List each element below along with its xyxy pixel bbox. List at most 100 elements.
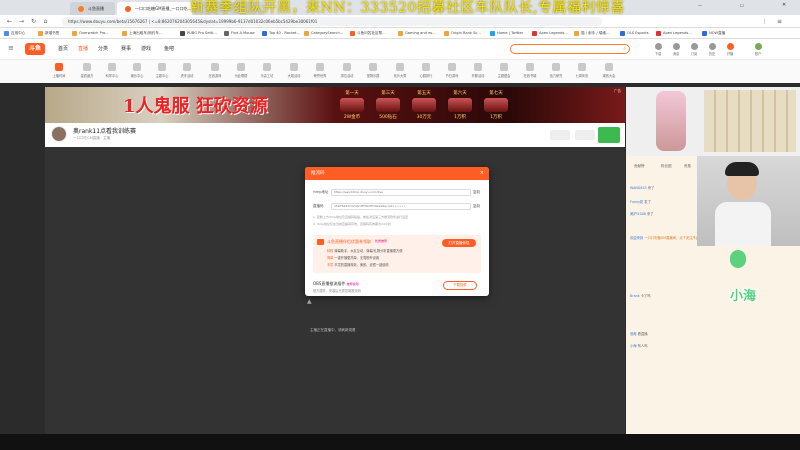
nav-events[interactable]: 赛事 [121, 44, 131, 54]
category-item[interactable]: 心跳排行 [414, 63, 438, 78]
reload-icon[interactable]: ↻ [29, 17, 38, 26]
bookmark-item[interactable]: Gaming and es… [398, 30, 436, 37]
category-item[interactable]: 欢乐大秀 [388, 63, 412, 78]
dialog-note: 1. 复制上方rtmp地址及直播码粘贴，前往对应第三方推流软件进行设置 [313, 215, 409, 219]
bookmark-item[interactable]: 上海出租车/网约车… [122, 30, 163, 37]
home-icon[interactable]: ⌂ [41, 17, 50, 26]
rtmp-address-field[interactable]: https://sendrtmp.douyu.com/live [331, 189, 471, 196]
bookmark-item[interactable]: 新增书签 [38, 30, 59, 37]
banner-day: 第七天 1万积 [479, 90, 513, 120]
nav-home[interactable]: 首页 [58, 44, 68, 54]
category-item[interactable]: 主题中心 [150, 63, 174, 78]
tab-fans[interactable]: 粉丝团 [661, 164, 672, 169]
browser-tab-bar: 斗鱼直播 一口口吃糖GM直播_一口口吃… 新赛季组队开黑，来NN：333520招… [0, 0, 800, 16]
account-button[interactable]: 账户 [750, 43, 766, 56]
close-icon[interactable]: × [480, 167, 484, 180]
extensions-icon[interactable]: ⋮ [760, 17, 769, 26]
maximize-icon[interactable]: ☐ [740, 3, 744, 8]
bookmark-item[interactable]: OLS Esports [620, 30, 649, 37]
download-button[interactable]: 下载 [650, 43, 666, 56]
category-item[interactable]: 排位活动 [335, 63, 359, 78]
category-item[interactable]: 主题盛会 [492, 63, 516, 78]
bookmark-icon [398, 31, 403, 36]
copy-code-button[interactable]: 复制 [473, 204, 480, 209]
tab-nobles[interactable]: 贵族 [684, 164, 691, 169]
side-ad[interactable] [626, 87, 800, 156]
tab-contribution[interactable]: 贡献榜 [634, 164, 645, 169]
open-assistant-button[interactable]: 打开直播伴侣 [442, 239, 476, 247]
url-input[interactable]: https://www.douyu.com/beta/15676267 | <=… [62, 17, 602, 26]
bookmark-item[interactable]: Top 40 - Rocket… [262, 30, 300, 37]
category-item[interactable]: 宠物乐园 [361, 63, 385, 78]
copy-rtmp-button[interactable]: 复制 [473, 190, 480, 195]
stream-key-dialog: 推流码 × rtmp地址 https://sendrtmp.douyu.com/… [305, 167, 489, 296]
ad-banner[interactable]: 1人鬼服 狂砍资源 第一天 2W金币 第三天 500钻石 第五天 30万元 第六天 1万… [45, 87, 625, 123]
bookmark-item[interactable]: Overwatch Pro… [72, 30, 109, 37]
chat-message: Brank 卡了吗 [630, 294, 651, 298]
forward-icon[interactable]: → [17, 17, 26, 26]
category-item[interactable]: 虎牙活动 [175, 63, 199, 78]
search-icon[interactable]: ⌕ [623, 46, 626, 52]
start-stream-button[interactable]: 开播 [722, 43, 738, 56]
category-item[interactable]: 观赛大会 [597, 63, 621, 78]
bookmark-item[interactable]: Home | Twitter [490, 30, 523, 37]
tab[interactable]: 斗鱼直播 [70, 2, 115, 15]
nav-games[interactable]: 游戏 [141, 44, 151, 54]
nav-live[interactable]: 直播 [78, 44, 88, 54]
category-item[interactable]: 在线书城 [518, 63, 542, 78]
ad-tag: 广告 [614, 89, 621, 93]
category-item[interactable]: 上播时间 [47, 63, 71, 78]
category-icon [500, 63, 508, 71]
rtmp-label: rtmp地址 [313, 190, 329, 194]
category-item[interactable]: 娱乐中心 [125, 63, 149, 78]
category-strip: 上播时间 星辰魔方 科学中心 娱乐中心 主题中心 虎牙活动 在线游戏 为此联络 … [0, 59, 800, 83]
menu-icon[interactable]: ≡ [8, 44, 14, 52]
banner-day: 第三天 500钻石 [371, 90, 405, 120]
close-icon[interactable]: ✕ [782, 2, 786, 8]
category-item[interactable]: 战力研究 [544, 63, 568, 78]
category-item[interactable]: 开服活动 [466, 63, 490, 78]
category-item[interactable]: 为此联络 [229, 63, 253, 78]
bookmark-item[interactable]: PUBG Pro Setti… [180, 30, 217, 37]
category-item[interactable]: 大观活动 [282, 63, 306, 78]
bookmark-item[interactable]: 应用中心 [4, 30, 25, 37]
share-button[interactable] [550, 130, 570, 140]
douyu-logo[interactable]: 斗鱼 [25, 43, 45, 55]
follow-button[interactable]: 订阅 [686, 43, 702, 56]
douyu-favicon-icon [125, 6, 131, 12]
menu-icon[interactable]: ≡ [775, 17, 784, 26]
nav-category[interactable]: 分类 [98, 44, 108, 54]
download-plugin-button[interactable]: 下载插件 [443, 281, 477, 290]
item-grid-image [704, 90, 796, 152]
bookmark-item[interactable]: Find A Mouse [224, 30, 255, 37]
bookmark-item[interactable]: CategorySearch… [304, 30, 343, 37]
back-icon[interactable]: ← [5, 17, 14, 26]
messages-button[interactable]: 消息 [668, 43, 684, 56]
category-icon [552, 63, 560, 71]
avatar[interactable] [51, 126, 67, 142]
bookmark-item[interactable]: NOW直播 [702, 30, 725, 37]
category-icon [237, 63, 245, 71]
report-button[interactable] [575, 130, 595, 140]
stream-code-field[interactable]: 15676267rOVdjsYtfHSOHTU&wsSecret=•••••• [331, 203, 471, 210]
category-item[interactable]: 七周年庆 [570, 63, 594, 78]
bookmark-item[interactable]: Apex Legends… [656, 30, 692, 37]
history-button[interactable]: 历史 [704, 43, 720, 56]
bookmark-item[interactable]: Apex Legends… [532, 30, 568, 37]
minimize-icon[interactable]: — [698, 3, 702, 8]
category-item[interactable]: 节日游戏 [440, 63, 464, 78]
tab-active[interactable]: 一口口吃糖GM直播_一口口吃… [117, 2, 192, 15]
category-item[interactable]: 乐高工坊 [255, 63, 279, 78]
category-item[interactable]: 星辰魔方 [75, 63, 99, 78]
bookmark-icon [620, 31, 625, 36]
category-item[interactable]: 荣誉世界 [308, 63, 332, 78]
category-item[interactable]: 科学中心 [100, 63, 124, 78]
bookmark-item[interactable]: 斗鱼问答社区帮… [350, 30, 386, 37]
nav-fishbar[interactable]: 鱼吧 [164, 44, 174, 54]
category-icon [158, 63, 166, 71]
follow-button[interactable] [598, 127, 620, 143]
bookmark-item[interactable]: 猫 / 射手 / 瑞维… [574, 30, 610, 37]
bookmark-item[interactable]: Origin Rank Sc… [444, 30, 481, 37]
search-input[interactable]: ⌕ [510, 44, 630, 54]
category-item[interactable]: 在线游戏 [203, 63, 227, 78]
